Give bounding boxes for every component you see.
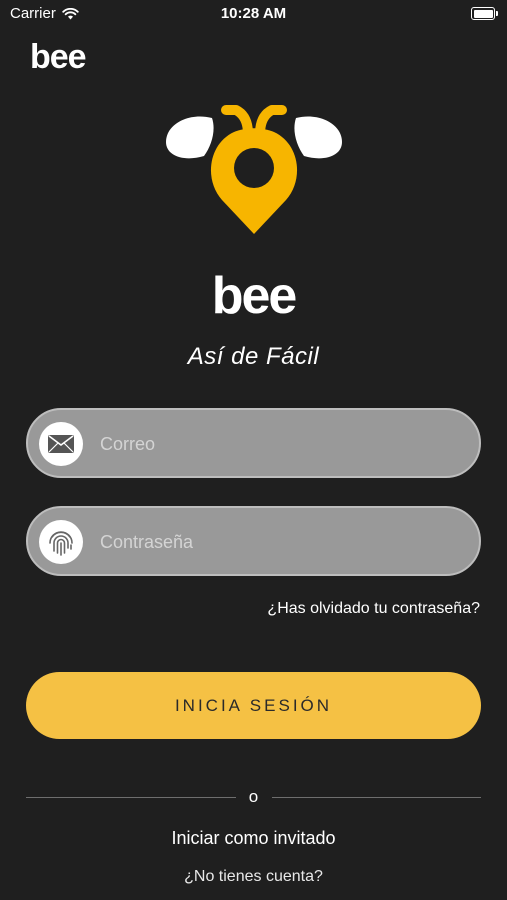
password-input[interactable] — [98, 508, 462, 576]
forgot-password-link[interactable]: ¿Has olvidado tu contraseña? — [267, 600, 480, 618]
logo-wordmark: bee — [211, 267, 298, 325]
mail-icon-circle — [39, 422, 83, 466]
password-field[interactable] — [26, 506, 481, 576]
mail-icon — [48, 435, 74, 453]
battery-icon — [471, 7, 498, 20]
header-brand: bee — [30, 38, 87, 76]
fingerprint-icon-circle — [39, 520, 83, 564]
bee-logo-icon — [166, 105, 342, 234]
signup-link[interactable]: ¿No tienes cuenta? — [0, 868, 507, 886]
guest-login-link[interactable]: Iniciar como invitado — [0, 828, 507, 849]
login-button[interactable]: INICIA SESIÓN — [26, 672, 481, 739]
email-input[interactable] — [98, 410, 462, 478]
tagline: Así de Fácil — [187, 343, 320, 370]
fingerprint-icon — [49, 531, 73, 556]
email-field[interactable] — [26, 408, 481, 478]
divider-right — [272, 797, 481, 798]
status-time: 10:28 AM — [220, 5, 287, 22]
status-bar: Carrier 10:28 AM — [0, 0, 507, 28]
